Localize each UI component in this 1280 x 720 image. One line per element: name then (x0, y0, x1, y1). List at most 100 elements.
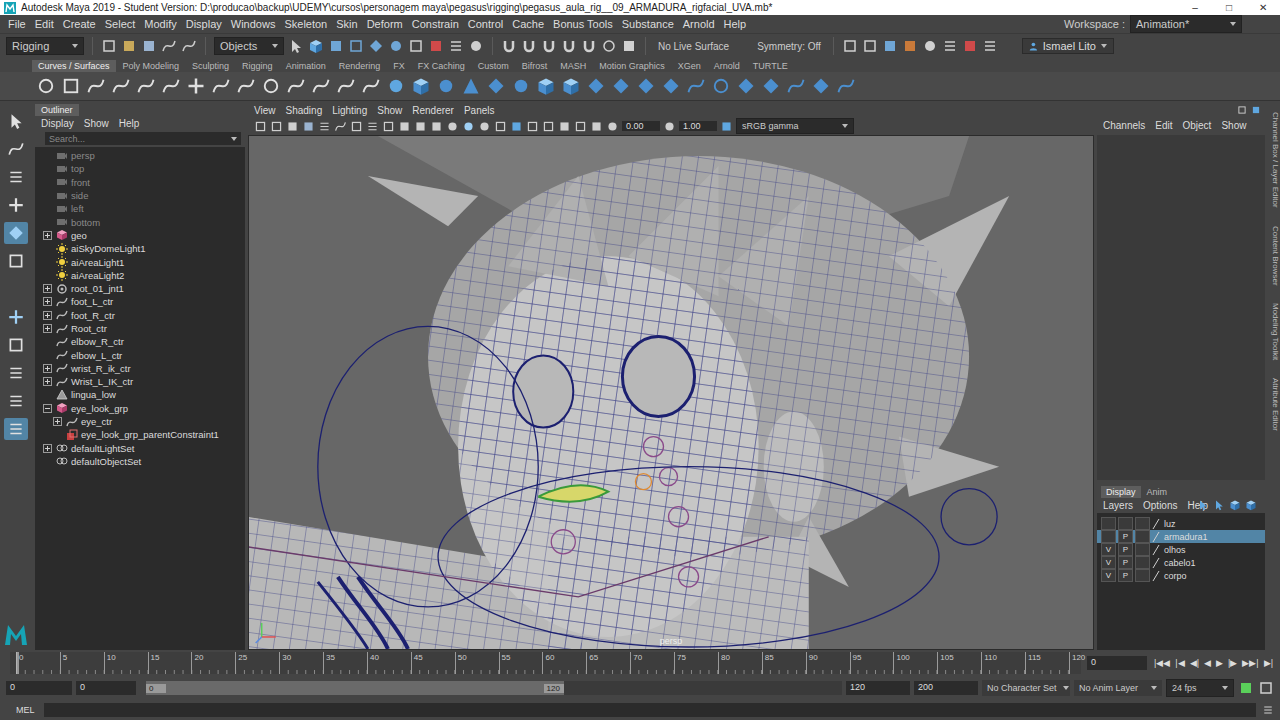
playback-button[interactable]: ▶▶| (1241, 658, 1259, 668)
tool-button[interactable] (4, 194, 28, 216)
menu-item[interactable]: File (8, 18, 26, 30)
shelf-tool-icon[interactable] (636, 76, 656, 96)
outliner-item[interactable]: top (43, 162, 245, 175)
menu-item[interactable]: Deform (367, 18, 403, 30)
layout-icon[interactable] (7, 336, 25, 354)
tool-button[interactable] (4, 138, 28, 160)
shelf-tool-icon[interactable] (61, 76, 81, 96)
viewport-canvas[interactable]: persp (248, 135, 1094, 650)
shelf-tool-icon[interactable] (736, 76, 756, 96)
outliner-item[interactable]: wrist_R_ik_ctr (43, 362, 245, 375)
tool-icon[interactable] (308, 38, 324, 54)
shelf-tab[interactable]: Bifrost (516, 60, 554, 72)
shelf-tool-icon[interactable] (536, 76, 556, 96)
playback-button[interactable]: |▶ (1227, 658, 1238, 668)
layout-icon[interactable] (7, 420, 25, 438)
tool-icon[interactable] (348, 38, 364, 54)
tool-icon[interactable] (982, 38, 998, 54)
outliner-item[interactable]: geo (43, 229, 245, 242)
outliner-menu-item[interactable]: Help (119, 118, 140, 129)
layout-button[interactable] (4, 362, 28, 384)
playback-button[interactable]: ◀ (1203, 658, 1212, 668)
move-layer-icon[interactable] (1213, 499, 1225, 511)
playback-start-field[interactable]: 0 (76, 681, 136, 695)
outliner-item[interactable]: persp (43, 149, 245, 162)
viewport-tool-icon[interactable] (398, 120, 411, 133)
shelf-tab[interactable]: MASH (554, 60, 592, 72)
tool-icon[interactable] (882, 38, 898, 54)
color-space-dropdown[interactable]: sRGB gamma (736, 118, 854, 134)
menu-item[interactable]: Skeleton (284, 18, 327, 30)
shelf-tool-icon[interactable] (311, 76, 331, 96)
playback-button[interactable]: ▶ (1215, 658, 1224, 668)
shelf-tab[interactable]: Animation (280, 60, 332, 72)
tool-icon[interactable] (468, 38, 484, 54)
viewport-tool-icon[interactable] (542, 120, 555, 133)
layout-icon[interactable] (7, 392, 25, 410)
viewport-tool-icon[interactable] (254, 120, 267, 133)
outliner-search[interactable]: Search... (45, 132, 241, 145)
layout-icon[interactable] (7, 308, 25, 326)
shelf-tool-icon[interactable] (836, 76, 856, 96)
tool-button[interactable] (4, 250, 28, 272)
range-slider[interactable]: 0120 (146, 681, 842, 695)
tool-icon[interactable] (7, 252, 25, 270)
viewport-tool-icon[interactable] (350, 120, 363, 133)
shelf-tool-icon[interactable] (211, 76, 231, 96)
menu-item[interactable]: Substance (622, 18, 674, 30)
shelf-tool-icon[interactable] (461, 76, 481, 96)
viewport-tool-icon[interactable] (382, 120, 395, 133)
shelf-tool-icon[interactable] (36, 76, 56, 96)
viewport-tool-icon[interactable] (286, 120, 299, 133)
script-editor-icon[interactable] (1262, 704, 1274, 716)
viewport-tool-icon[interactable] (494, 120, 507, 133)
snap-icon[interactable] (621, 38, 637, 54)
visibility-toggle[interactable] (1101, 530, 1116, 543)
auto-key-icon[interactable] (1238, 680, 1254, 696)
shelf-tab[interactable]: Custom (472, 60, 515, 72)
shelf-tool-icon[interactable] (86, 76, 106, 96)
live-surface-label[interactable]: No Live Surface (658, 41, 729, 52)
tool-icon[interactable] (388, 38, 404, 54)
outliner-item[interactable]: aiAreaLight2 (43, 269, 245, 282)
shelf-tool-icon[interactable] (186, 76, 206, 96)
tool-button[interactable] (4, 110, 28, 132)
visibility-toggle[interactable]: V (1101, 543, 1116, 556)
snap-icon[interactable] (521, 38, 537, 54)
outliner-item[interactable]: side (43, 189, 245, 202)
menu-item[interactable]: Help (724, 18, 747, 30)
outliner-item[interactable]: aiAreaLight1 (43, 255, 245, 268)
viewport-tool-icon[interactable] (430, 120, 443, 133)
playback-toggle[interactable]: P (1118, 530, 1133, 543)
shelf-tab[interactable]: Poly Modeling (117, 60, 186, 72)
tool-icon[interactable] (428, 38, 444, 54)
layer-editor-tab[interactable]: Display (1101, 486, 1141, 498)
outliner-item[interactable]: eye_look_grp (43, 402, 245, 415)
workspace-dropdown[interactable]: Animation* (1130, 15, 1242, 33)
menu-item[interactable]: Create (63, 18, 96, 30)
menu-item[interactable]: Cache (512, 18, 544, 30)
shelf-tab[interactable]: Rendering (333, 60, 387, 72)
tool-icon[interactable] (942, 38, 958, 54)
expand-toggle[interactable] (43, 284, 53, 293)
viewport-tool-icon[interactable] (302, 120, 315, 133)
gamma-field[interactable]: 1.00 (679, 121, 717, 131)
shelf-tool-icon[interactable] (586, 76, 606, 96)
playback-toggle[interactable]: P (1118, 543, 1133, 556)
outliner-item[interactable]: elbow_L_ctr (43, 348, 245, 361)
preferences-icon[interactable] (1258, 680, 1274, 696)
window-control-button[interactable]: – (1178, 2, 1212, 13)
layer-row[interactable]: VPcabelo1 (1097, 556, 1265, 569)
viewport-tool-icon[interactable] (606, 120, 619, 133)
viewport-tool-icon[interactable] (334, 120, 347, 133)
move-layer-icon[interactable] (1197, 499, 1209, 511)
outliner-item[interactable]: defaultObjectSet (43, 455, 245, 468)
viewport-menu-item[interactable]: Renderer (412, 105, 454, 116)
shelf-tool-icon[interactable] (236, 76, 256, 96)
viewport-tool-icon[interactable] (478, 120, 491, 133)
viewport-menu-item[interactable]: Panels (464, 105, 495, 116)
new-layer-icon[interactable] (1229, 499, 1241, 511)
shelf-tool-icon[interactable] (511, 76, 531, 96)
tool-icon[interactable] (121, 38, 137, 54)
outliner-item[interactable]: lingua_low (43, 388, 245, 401)
